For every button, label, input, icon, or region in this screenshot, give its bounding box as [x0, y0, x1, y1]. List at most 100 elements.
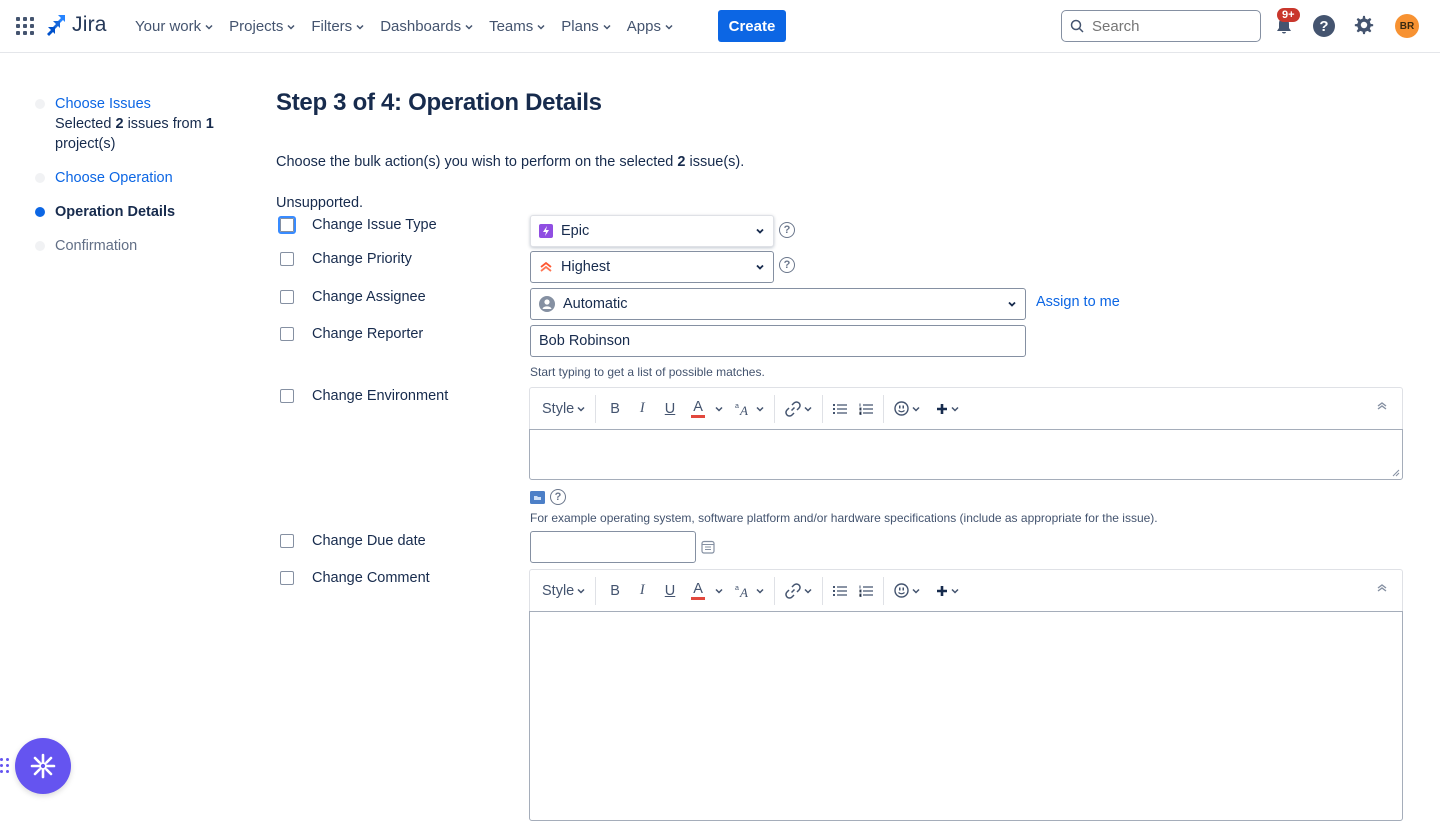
text-effects-button[interactable]: aA: [729, 577, 770, 605]
user-avatar[interactable]: BR: [1395, 14, 1419, 38]
resize-handle-icon[interactable]: [1392, 469, 1400, 477]
link-button[interactable]: [779, 395, 818, 423]
emoji-button[interactable]: [888, 577, 926, 605]
page-title: Step 3 of 4: Operation Details: [276, 89, 602, 116]
checkbox-change-due-date[interactable]: [280, 534, 294, 548]
toolbar-divider: [773, 394, 775, 423]
nav-label: Dashboards: [380, 18, 462, 35]
jira-logo[interactable]: Jira: [46, 13, 107, 37]
style-label: Style: [542, 400, 575, 417]
italic-button[interactable]: I: [630, 577, 655, 605]
editor-toolbar: Style B I U A aA: [530, 570, 1402, 612]
nav-dashboards[interactable]: Dashboards: [372, 11, 481, 43]
checkbox-change-issue-type[interactable]: [278, 216, 296, 234]
link-button[interactable]: [779, 577, 818, 605]
italic-icon: I: [639, 400, 645, 416]
bold-icon: B: [610, 582, 620, 599]
sparkle-asterisk-icon: [30, 753, 56, 779]
numbered-list-button[interactable]: [853, 395, 879, 423]
user-placeholder-icon: [539, 296, 555, 312]
chevron-down-icon: [577, 406, 585, 412]
nav-filters[interactable]: Filters: [303, 11, 372, 43]
chevron-down-icon: [1008, 301, 1016, 307]
step-link-choose-issues[interactable]: Choose Issues: [55, 96, 151, 112]
environment-textarea[interactable]: [529, 429, 1403, 480]
chevron-down-icon: [603, 24, 611, 30]
help-question-icon[interactable]: ?: [779, 222, 795, 238]
priority-select[interactable]: Highest: [530, 251, 774, 283]
field-label: Change Priority: [312, 251, 412, 267]
checkbox-change-reporter[interactable]: [280, 327, 294, 341]
text-color-button[interactable]: A: [685, 395, 729, 423]
priority-highest-icon: [540, 261, 552, 272]
step-summary: Selected 2 issues from 1 project(s): [55, 116, 214, 152]
link-icon: [785, 400, 801, 417]
app-switcher-icon[interactable]: [16, 17, 34, 35]
chevron-down-icon: [287, 24, 295, 30]
bullet-list-button[interactable]: [827, 395, 853, 423]
assistant-fab-button[interactable]: [15, 738, 71, 794]
intro-suffix: issue(s).: [685, 154, 745, 170]
step-dot: [35, 173, 45, 183]
settings-gear-icon[interactable]: [1353, 14, 1375, 36]
help-icon[interactable]: ?: [1313, 15, 1335, 37]
nav-label: Filters: [311, 18, 353, 35]
issue-type-select[interactable]: Epic: [530, 215, 774, 247]
checkbox-change-priority[interactable]: [280, 252, 294, 266]
checkbox-change-comment[interactable]: [280, 571, 294, 585]
bold-button[interactable]: B: [600, 395, 630, 423]
insert-more-button[interactable]: [930, 395, 965, 423]
collapse-toolbar-icon[interactable]: [1376, 400, 1388, 412]
checkbox-change-environment[interactable]: [280, 389, 294, 403]
folder-icon[interactable]: [530, 491, 545, 504]
nav-projects[interactable]: Projects: [221, 11, 303, 43]
emoji-button[interactable]: [888, 395, 926, 423]
create-button[interactable]: Create: [718, 10, 786, 42]
checkbox-change-assignee[interactable]: [280, 290, 294, 304]
chevron-down-icon: [665, 24, 673, 30]
insert-more-button[interactable]: [930, 577, 965, 605]
field-label: Change Environment: [312, 388, 449, 404]
field-row-priority: Change Priority: [280, 251, 412, 267]
collapse-toolbar-icon[interactable]: [1376, 582, 1388, 594]
nav-teams[interactable]: Teams: [481, 11, 553, 43]
underline-button[interactable]: U: [655, 395, 685, 423]
toolbar-divider: [821, 394, 823, 423]
text-color-button[interactable]: A: [685, 577, 729, 605]
summary-project-count: 1: [205, 116, 214, 132]
underline-button[interactable]: U: [655, 577, 685, 605]
chevron-down-icon: [756, 588, 764, 594]
plus-icon: [936, 585, 947, 596]
bullet-list-button[interactable]: [827, 577, 853, 605]
nav-your-work[interactable]: Your work: [127, 11, 221, 43]
style-dropdown[interactable]: Style: [536, 577, 591, 605]
drag-handle[interactable]: [0, 758, 9, 773]
environment-editor: Style B I U A aA: [529, 387, 1403, 480]
assign-to-me-link[interactable]: Assign to me: [1036, 294, 1120, 310]
chevron-down-icon: [804, 406, 812, 412]
search-box[interactable]: [1061, 10, 1261, 42]
chevron-down-icon: [465, 24, 473, 30]
italic-button[interactable]: I: [630, 395, 655, 423]
field-label: Change Assignee: [312, 289, 426, 305]
chevron-down-icon: [756, 228, 764, 234]
reporter-input[interactable]: [530, 325, 1026, 357]
comment-textarea[interactable]: [529, 611, 1403, 821]
select-value: Automatic: [563, 296, 628, 312]
numbered-list-button[interactable]: [853, 577, 879, 605]
text-effects-icon: aA: [735, 403, 748, 416]
text-effects-button[interactable]: aA: [729, 395, 770, 423]
help-question-icon[interactable]: ?: [779, 257, 795, 273]
nav-plans[interactable]: Plans: [553, 11, 619, 43]
due-date-input[interactable]: [530, 531, 696, 563]
step-link-choose-operation[interactable]: Choose Operation: [55, 170, 173, 186]
assignee-select[interactable]: Automatic: [530, 288, 1026, 320]
chevron-down-icon: [205, 24, 213, 30]
nav-apps[interactable]: Apps: [619, 11, 681, 43]
bold-button[interactable]: B: [600, 577, 630, 605]
help-question-icon[interactable]: ?: [550, 489, 566, 505]
style-dropdown[interactable]: Style: [536, 395, 591, 423]
svg-text:A: A: [739, 585, 748, 598]
calendar-icon[interactable]: [701, 540, 715, 554]
search-input[interactable]: [1092, 17, 1252, 35]
